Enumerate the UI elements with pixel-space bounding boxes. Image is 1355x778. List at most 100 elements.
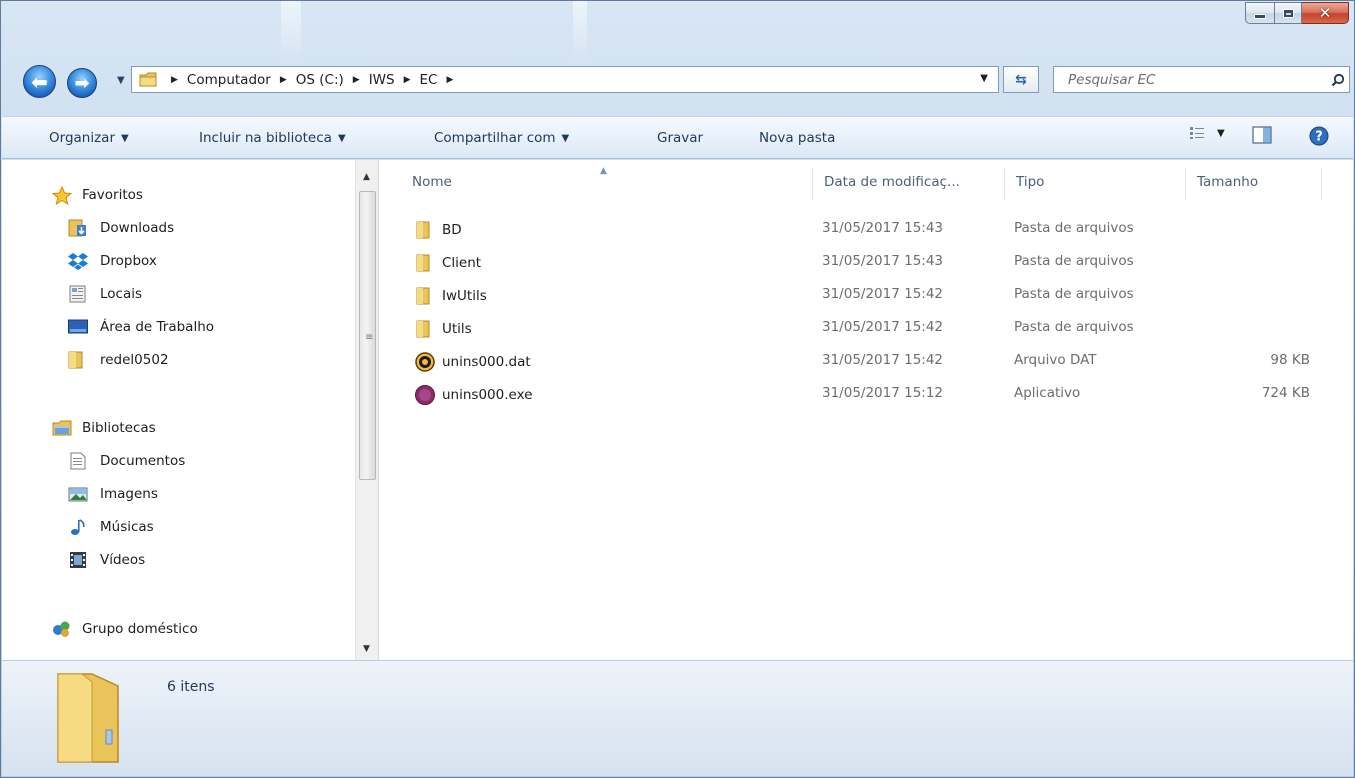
preview-pane-icon: [1252, 126, 1272, 144]
grip-icon: ≡: [365, 332, 374, 343]
help-icon: ?: [1309, 126, 1329, 146]
search-icon[interactable]: [1327, 73, 1349, 87]
recent-pages-button[interactable]: ▼: [117, 75, 125, 86]
sidebar-item-music[interactable]: Músicas: [68, 516, 154, 538]
sidebar-item-homegroup[interactable]: Grupo doméstico: [52, 618, 198, 640]
preview-pane-button[interactable]: [1252, 126, 1272, 144]
downloads-folder-icon: [68, 219, 88, 237]
chevron-right-icon: ▶: [279, 74, 287, 85]
refresh-icon: ⇆: [1015, 71, 1027, 88]
file-row-unins000-dat[interactable]: unins000.dat 31/05/2017 15:42 Arquivo DA…: [380, 349, 1353, 375]
sidebar-item-desktop[interactable]: Área de Trabalho: [68, 316, 214, 338]
search-box: [1053, 66, 1350, 93]
include-library-button[interactable]: Incluir na biblioteca ▼: [199, 130, 346, 146]
sidebar-item-redel0502[interactable]: redel0502: [68, 349, 169, 371]
arrow-right-icon: ➡: [74, 72, 90, 94]
chevron-down-icon: ▼: [121, 132, 129, 144]
address-bar[interactable]: ▶ Computador ▶ OS (C:) ▶ IWS ▶ EC ▶ ▼: [131, 66, 999, 93]
ec-app-icon: [415, 385, 435, 405]
column-header-size[interactable]: Tamanho: [1197, 174, 1258, 190]
sidebar-item-videos[interactable]: Vídeos: [68, 549, 145, 571]
image-icon: [68, 485, 88, 503]
column-divider[interactable]: [1004, 168, 1005, 200]
chevron-right-icon: ▶: [171, 74, 178, 85]
sidebar-item-locais[interactable]: Locais: [68, 283, 142, 305]
sidebar-item-downloads[interactable]: Downloads: [68, 217, 174, 239]
breadcrumb-computador[interactable]: Computador ▶: [187, 72, 296, 88]
homegroup-icon: [52, 620, 72, 638]
folder-icon: [57, 673, 119, 763]
title-glass-highlight: [573, 1, 587, 61]
burn-button[interactable]: Gravar: [657, 130, 703, 146]
folder-icon: [415, 253, 435, 273]
column-header-type[interactable]: Tipo: [1016, 174, 1044, 190]
item-count: 6 itens: [167, 679, 215, 695]
navigation-pane: Favoritos Downloads Dropbox Locais Área …: [2, 160, 355, 660]
content-area: Favoritos Downloads Dropbox Locais Área …: [2, 160, 1353, 660]
back-button[interactable]: ⬅: [23, 65, 56, 98]
view-list-icon: [1190, 127, 1204, 139]
file-row-utils[interactable]: Utils 31/05/2017 15:42 Pasta de arquivos: [380, 316, 1353, 342]
scroll-down-arrow-icon[interactable]: ▼: [363, 644, 370, 654]
column-divider[interactable]: [1185, 168, 1186, 200]
command-bar: Organizar ▼ Incluir na biblioteca ▼ Comp…: [2, 116, 1353, 159]
sidebar-item-dropbox[interactable]: Dropbox: [68, 250, 157, 272]
file-list: ▲ Nome Data de modificaç... Tipo Tamanho…: [380, 160, 1353, 660]
folder-icon: [415, 286, 435, 306]
address-dropdown-button[interactable]: ▼: [980, 73, 988, 84]
file-row-iwutils[interactable]: IwUtils 31/05/2017 15:42 Pasta de arquiv…: [380, 283, 1353, 309]
chevron-down-icon: ▼: [117, 75, 125, 86]
forward-button[interactable]: ➡: [67, 68, 97, 98]
change-view-button[interactable]: ▼: [1189, 126, 1225, 140]
folder-icon: [68, 351, 88, 369]
ue-file-icon: [415, 352, 435, 372]
refresh-button[interactable]: ⇆: [1003, 66, 1039, 93]
breadcrumb-os-c[interactable]: OS (C:) ▶: [296, 72, 369, 88]
close-button[interactable]: ✕: [1302, 2, 1349, 24]
column-divider[interactable]: [812, 168, 813, 200]
share-button[interactable]: Compartilhar com ▼: [434, 130, 569, 146]
scrollbar-thumb[interactable]: ≡: [359, 191, 376, 480]
file-row-client[interactable]: Client 31/05/2017 15:43 Pasta de arquivo…: [380, 250, 1353, 276]
libraries-icon: [52, 419, 72, 437]
minimize-icon: [1254, 13, 1266, 19]
recent-places-icon: [68, 285, 88, 303]
svg-text:?: ?: [1315, 130, 1323, 145]
column-header-name[interactable]: Nome: [412, 174, 452, 190]
chevron-down-icon: ▼: [561, 132, 570, 144]
chevron-down-icon: ▼: [337, 132, 346, 144]
folder-icon: [415, 319, 435, 339]
breadcrumb-ec[interactable]: EC ▶: [420, 72, 463, 88]
star-icon: [52, 185, 72, 205]
navigation-pane-scrollbar[interactable]: ▲ ≡ ▼: [355, 160, 379, 660]
file-row-bd[interactable]: BD 31/05/2017 15:43 Pasta de arquivos: [380, 217, 1353, 243]
help-button[interactable]: ?: [1309, 126, 1329, 146]
breadcrumb-root-separator[interactable]: ▶: [167, 75, 187, 85]
minimize-button[interactable]: [1245, 2, 1275, 24]
file-row-unins000-exe[interactable]: unins000.exe 31/05/2017 15:12 Aplicativo…: [380, 382, 1353, 408]
chevron-right-icon: ▶: [352, 74, 360, 85]
sort-ascending-icon: ▲: [600, 166, 607, 176]
column-divider[interactable]: [1321, 168, 1322, 200]
chevron-right-icon: ▶: [446, 74, 454, 85]
sidebar-item-libraries[interactable]: Bibliotecas: [52, 417, 156, 439]
caption-buttons: ✕: [1245, 2, 1349, 24]
new-folder-button[interactable]: Nova pasta: [759, 130, 835, 146]
scroll-up-arrow-icon[interactable]: ▲: [363, 172, 370, 182]
column-header-date[interactable]: Data de modificaç...: [824, 174, 960, 190]
search-input[interactable]: [1054, 67, 1327, 92]
maximize-button[interactable]: [1275, 2, 1302, 24]
arrow-left-icon: ⬅: [31, 69, 48, 94]
maximize-icon: [1282, 8, 1294, 18]
sidebar-item-images[interactable]: Imagens: [68, 483, 158, 505]
explorer-window: ✕ ⬅ ➡ ▼ ▶ Computador ▶ OS (C:) ▶ IWS ▶ E…: [0, 0, 1355, 778]
chevron-right-icon: ▶: [403, 74, 411, 85]
sidebar-item-documents[interactable]: Documentos: [68, 450, 185, 472]
sidebar-item-favorites[interactable]: Favoritos: [52, 184, 143, 206]
folder-icon: [415, 220, 435, 240]
chevron-down-icon: ▼: [1217, 127, 1225, 139]
breadcrumb-iws[interactable]: IWS ▶: [369, 72, 420, 88]
details-pane: 6 itens: [2, 660, 1353, 776]
organize-button[interactable]: Organizar ▼: [49, 130, 129, 146]
folder-icon: [139, 72, 157, 87]
